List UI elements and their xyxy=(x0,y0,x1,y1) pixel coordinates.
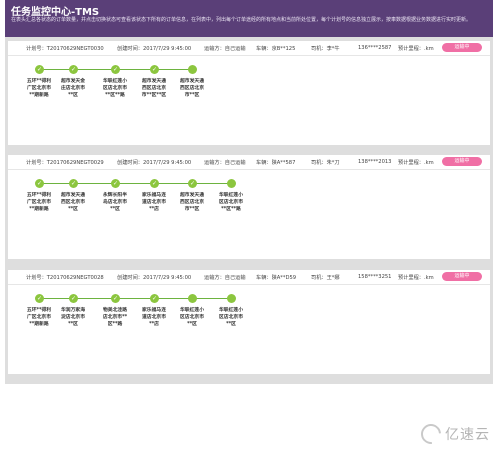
vehicle-plate: 车辆：陕A**D59 xyxy=(256,275,297,281)
card-divider xyxy=(8,169,490,170)
stop-label: 五环**得利广区北京市**期新路 xyxy=(26,79,52,98)
plan-info-row: 计划号：T20170629NEGT0028 创建时间：2017/7/29 9:45… xyxy=(8,270,490,283)
route-line xyxy=(39,298,231,299)
pending-dot-icon xyxy=(227,294,236,303)
watermark: 亿速云 xyxy=(416,419,490,449)
driver-name: 司机：李*牛 xyxy=(311,46,340,52)
route-line xyxy=(39,183,231,184)
stop-label: 华联红莲小区店北京市**区**路 xyxy=(103,79,127,98)
check-icon: ✓ xyxy=(69,179,78,188)
check-icon: ✓ xyxy=(69,294,78,303)
transport-party: 运输方：自己运输 xyxy=(204,160,246,166)
check-icon: ✓ xyxy=(69,65,78,74)
yisu-logo-icon xyxy=(416,419,446,449)
driver-name: 司机：朱*刀 xyxy=(311,160,340,166)
created-time: 创建时间：2017/7/29 9:45:00 xyxy=(117,46,192,52)
driver-name: 司机：王*娜 xyxy=(311,275,340,281)
stop-label: 永辉长阳半岛店北京市**区 xyxy=(103,193,127,212)
in-transit-button[interactable]: 运输中 xyxy=(442,272,482,281)
check-icon: ✓ xyxy=(188,179,197,188)
stop-label: 超市发天金庄店北京市**区 xyxy=(61,79,85,98)
stop-label: 华联红莲小区店北京市**区 xyxy=(219,308,243,327)
check-icon: ✓ xyxy=(111,294,120,303)
plan-card: 计划号：T20170629NEGT0029 创建时间：2017/7/29 9:45… xyxy=(8,155,490,259)
stop-label: 五环**得利广区北京市**期新路 xyxy=(26,308,52,327)
plan-number: 计划号：T20170629NEGT0028 xyxy=(26,275,104,281)
check-icon: ✓ xyxy=(150,65,159,74)
stop-label: 物美北洼路店北京市**区**路 xyxy=(102,308,128,327)
pending-dot-icon xyxy=(188,294,197,303)
plan-number: 计划号：T20170629NEGT0029 xyxy=(26,160,104,166)
in-transit-button[interactable]: 运输中 xyxy=(442,43,482,52)
driver-phone: 158****3251 xyxy=(358,274,392,280)
stop-label: 超市发天通西区店北京市**区 xyxy=(180,193,204,212)
vehicle-plate: 车辆：京B**125 xyxy=(256,46,296,52)
plan-card: 计划号：T20170629NEGT0028 创建时间：2017/7/29 9:45… xyxy=(8,270,490,374)
check-icon: ✓ xyxy=(150,294,159,303)
plan-info-row: 计划号：T20170629NEGT0030 创建时间：2017/7/29 9:45… xyxy=(8,41,490,54)
check-icon: ✓ xyxy=(35,179,44,188)
check-icon: ✓ xyxy=(35,65,44,74)
monitor-panel: 任务监控中心-TMS 在表头汇总各状态的订单数量，并点击切换状态可查看该状态下所… xyxy=(5,0,493,384)
stop-label: 华润万家海淀店北京市**区 xyxy=(61,308,85,327)
page-title: 任务监控中心-TMS xyxy=(11,7,100,18)
stop-label: 超市发天通西区北京市**区 xyxy=(61,193,85,212)
card-divider xyxy=(8,284,490,285)
transport-party: 运输方：自己运输 xyxy=(204,46,246,52)
transport-party: 运输方：自己运输 xyxy=(204,275,246,281)
stop-label: 家乐福马连道店北京市**店 xyxy=(142,308,166,327)
plan-number: 计划号：T20170629NEGT0030 xyxy=(26,46,104,52)
created-time: 创建时间：2017/7/29 9:45:00 xyxy=(117,160,192,166)
driver-phone: 138****2013 xyxy=(358,159,392,165)
estimated-mileage: 预计里程：.km xyxy=(398,160,434,166)
pending-dot-icon xyxy=(227,179,236,188)
estimated-mileage: 预计里程：.km xyxy=(398,46,434,52)
watermark-text: 亿速云 xyxy=(445,427,490,443)
created-time: 创建时间：2017/7/29 9:45:00 xyxy=(117,275,192,281)
stop-label: 超市发天通西区店北京市**区**区 xyxy=(141,79,167,98)
estimated-mileage: 预计里程：.km xyxy=(398,275,434,281)
vehicle-plate: 车辆：陕A**587 xyxy=(256,160,296,166)
check-icon: ✓ xyxy=(150,179,159,188)
check-icon: ✓ xyxy=(111,65,120,74)
check-icon: ✓ xyxy=(111,179,120,188)
card-divider xyxy=(8,55,490,56)
pending-dot-icon xyxy=(188,65,197,74)
in-transit-button[interactable]: 运输中 xyxy=(442,157,482,166)
page-header: 任务监控中心-TMS 在表头汇总各状态的订单数量，并点击切换状态可查看该状态下所… xyxy=(5,0,493,37)
page-description: 在表头汇总各状态的订单数量，并点击切换状态可查看该状态下所有的订单信息，在列表中… xyxy=(11,17,472,23)
stop-label: 华联红莲小区店北京市**区 xyxy=(180,308,204,327)
check-icon: ✓ xyxy=(35,294,44,303)
stop-label: 家乐福马连道店北京市**店 xyxy=(142,193,166,212)
stop-label: 超市发天通西区店北京市**区 xyxy=(180,79,204,98)
plan-info-row: 计划号：T20170629NEGT0029 创建时间：2017/7/29 9:45… xyxy=(8,155,490,168)
driver-phone: 136****2587 xyxy=(358,45,392,51)
plan-card: 计划号：T20170629NEGT0030 创建时间：2017/7/29 9:45… xyxy=(8,41,490,145)
stop-label: 五环**得利广区北京市**期新路 xyxy=(26,193,52,212)
stop-label: 华联红莲小区店北京市**区**路 xyxy=(219,193,243,212)
